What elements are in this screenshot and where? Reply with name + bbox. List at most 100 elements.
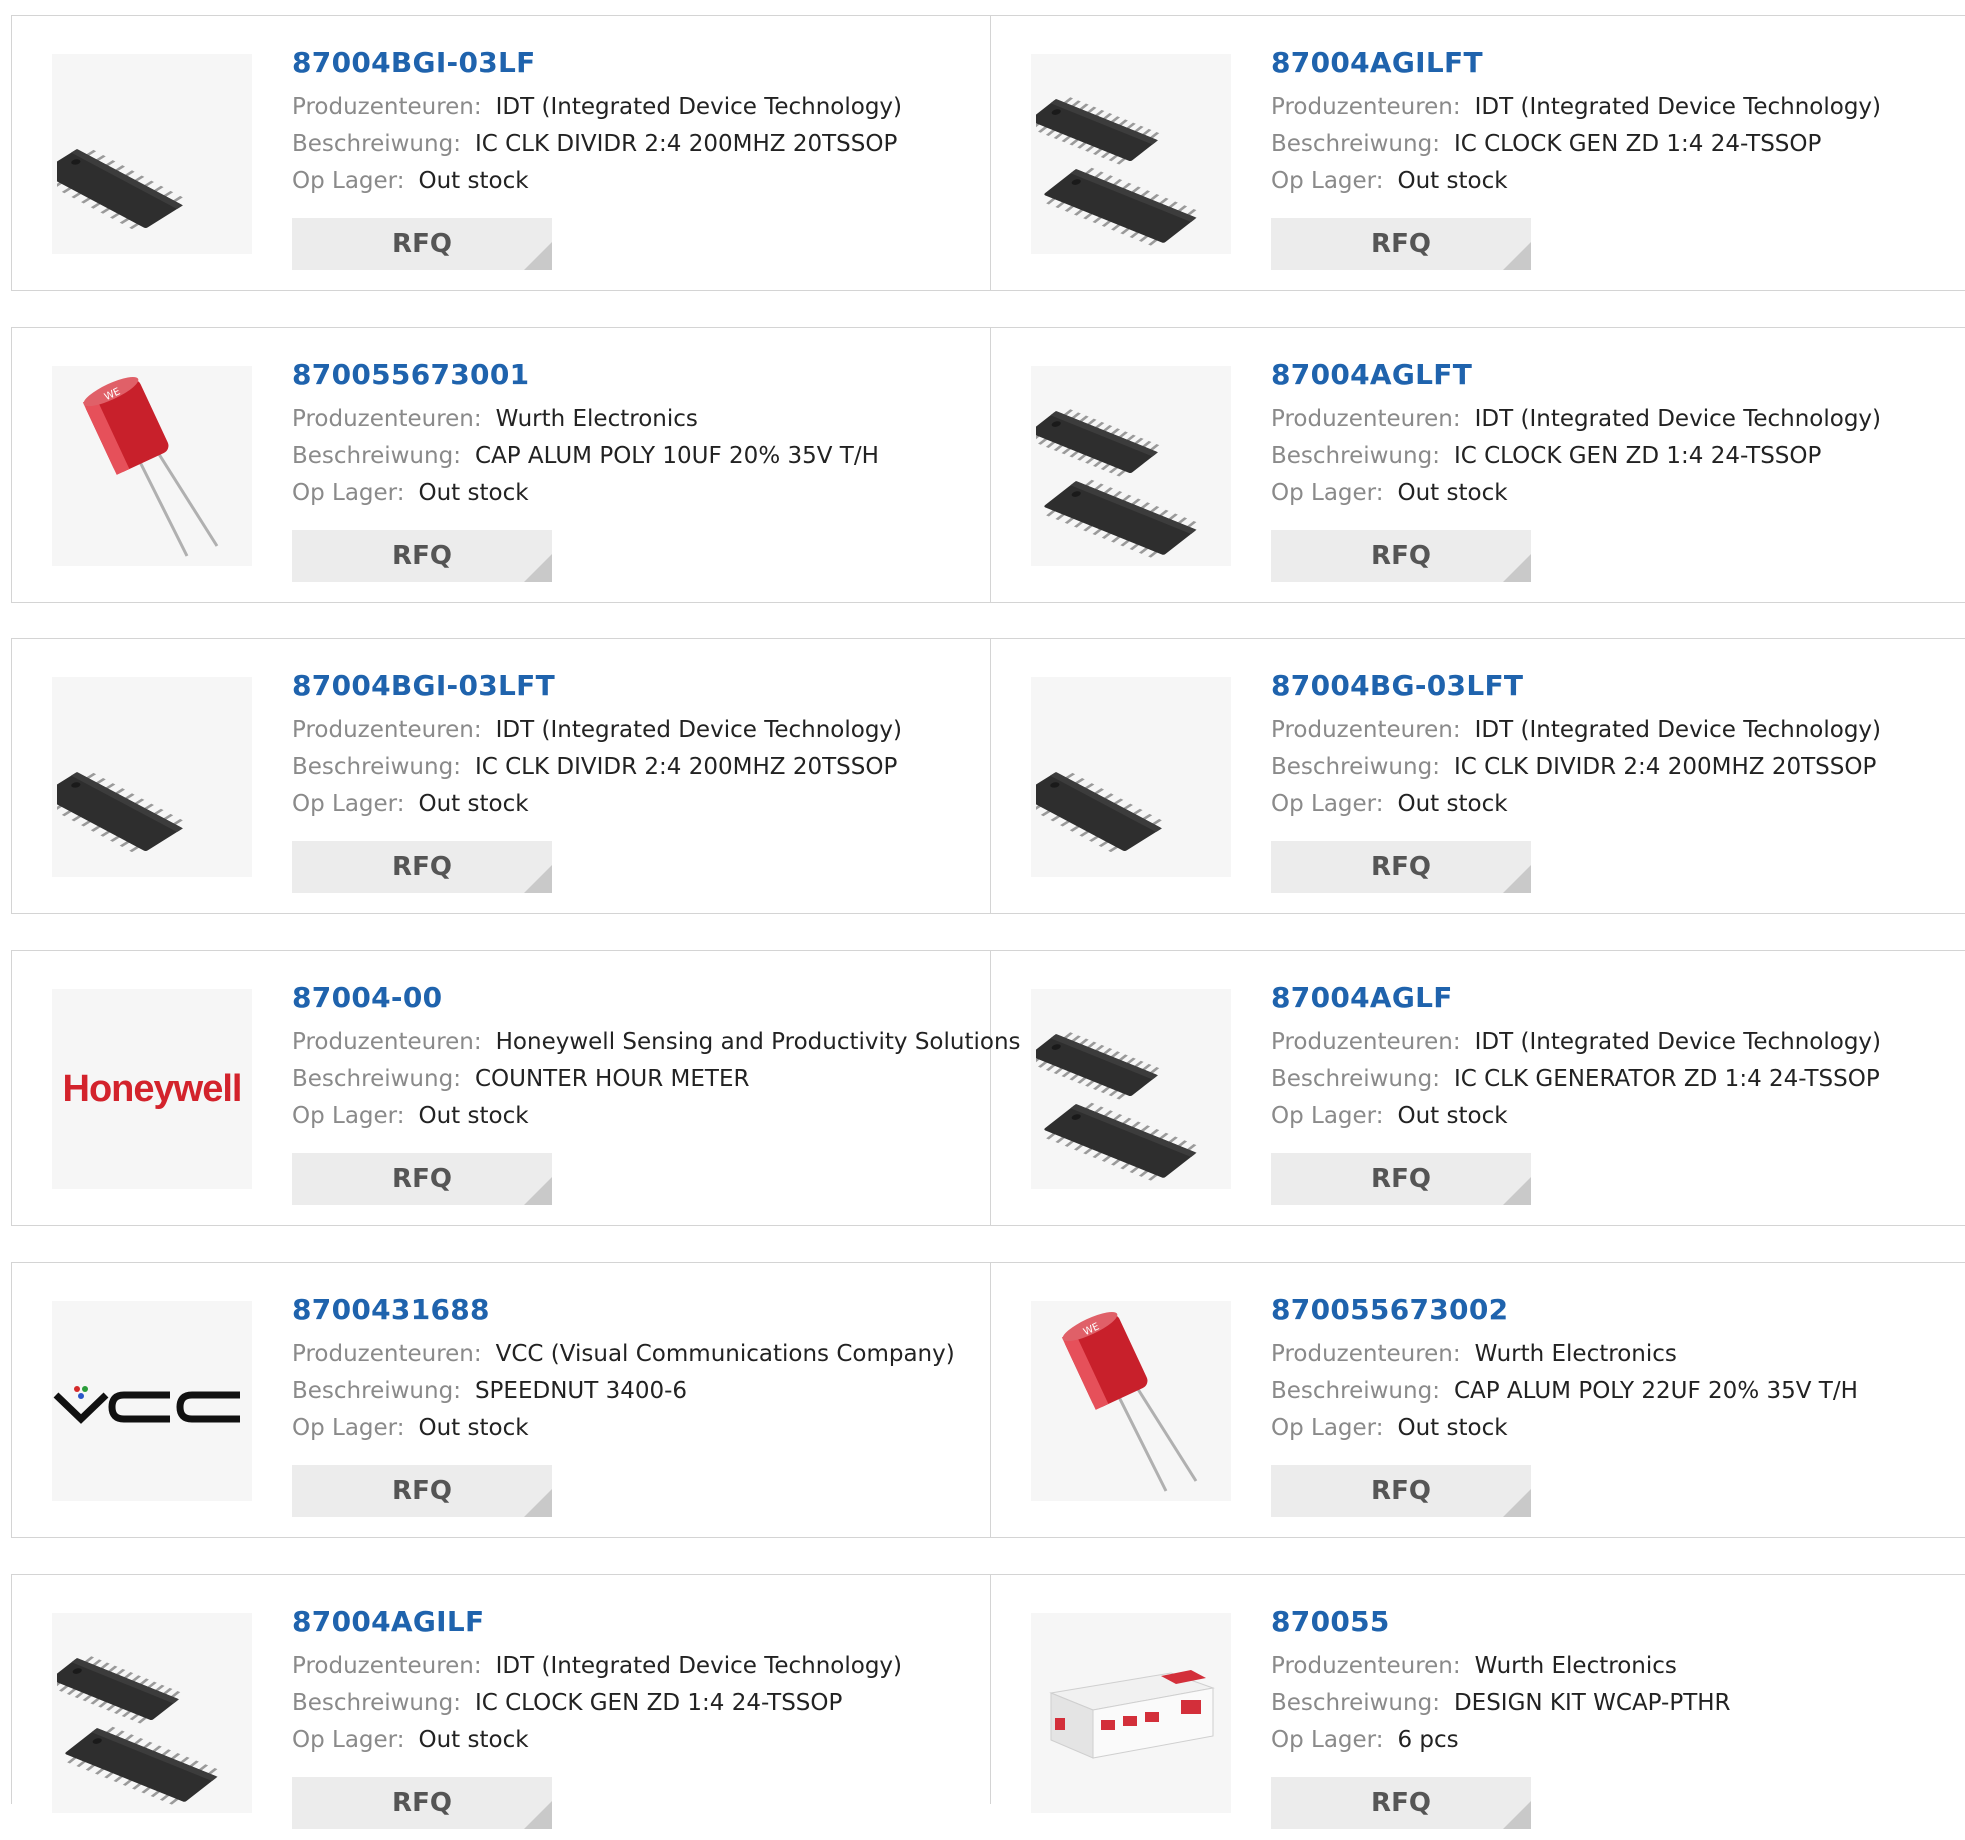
- description-line: Beschreiwung: IC CLK DIVIDR 2:4 200MHZ 20…: [1271, 749, 1881, 786]
- product-image[interactable]: Honeywell: [52, 989, 252, 1189]
- product-card: 87004AGILFT Produzenteuren: IDT (Integrat…: [991, 16, 1965, 290]
- product-image[interactable]: [52, 1613, 252, 1813]
- description-line: Beschreiwung: CAP ALUM POLY 10UF 20% 35V …: [292, 438, 879, 475]
- stock-line: Op Lager: Out stock: [292, 1410, 955, 1447]
- rfq-button[interactable]: RFQ: [1271, 1153, 1531, 1205]
- corner-triangle-icon: [524, 865, 552, 893]
- part-number-link[interactable]: 87004BGI-03LFT: [292, 669, 902, 702]
- manufacturer-label: Produzenteuren:: [292, 94, 482, 120]
- corner-triangle-icon: [1503, 554, 1531, 582]
- product-image[interactable]: [1031, 1613, 1231, 1813]
- part-number-link[interactable]: 87004BGI-03LF: [292, 46, 902, 79]
- product-grid: 87004BGI-03LF Produzenteuren: IDT (Integr…: [0, 0, 1965, 1840]
- description-label: Beschreiwung:: [292, 1066, 461, 1092]
- stock-line: Op Lager: Out stock: [292, 1722, 902, 1759]
- product-info: 87004BGI-03LFT Produzenteuren: IDT (Integ…: [292, 669, 902, 823]
- description-line: Beschreiwung: IC CLK GENERATOR ZD 1:4 24-…: [1271, 1061, 1881, 1098]
- rfq-button[interactable]: RFQ: [1271, 841, 1531, 893]
- stock-label: Op Lager:: [292, 1415, 405, 1441]
- rfq-button[interactable]: RFQ: [292, 530, 552, 582]
- product-row: 87004AGILF Produzenteuren: IDT (Integrate…: [11, 1574, 1965, 1829]
- manufacturer-label: Produzenteuren:: [1271, 1029, 1461, 1055]
- product-image[interactable]: WE: [1031, 1301, 1231, 1501]
- description-label: Beschreiwung:: [1271, 1690, 1440, 1716]
- part-number-link[interactable]: 870055: [1271, 1605, 1731, 1638]
- manufacturer-value: IDT (Integrated Device Technology): [1474, 94, 1882, 120]
- product-image[interactable]: WE: [52, 366, 252, 566]
- part-number-link[interactable]: 87004AGILF: [292, 1605, 902, 1638]
- part-number-link[interactable]: 87004AGILFT: [1271, 46, 1881, 79]
- rfq-button[interactable]: RFQ: [292, 1153, 552, 1205]
- manufacturer-label: Produzenteuren:: [1271, 1653, 1461, 1679]
- part-number-link[interactable]: 870055673001: [292, 358, 879, 391]
- product-info: 870055 Produzenteuren: Wurth Electronics …: [1271, 1605, 1731, 1759]
- stock-label: Op Lager:: [292, 1727, 405, 1753]
- product-image[interactable]: [1031, 366, 1231, 566]
- description-label: Beschreiwung:: [292, 754, 461, 780]
- description-value: IC CLOCK GEN ZD 1:4 24-TSSOP: [1453, 443, 1822, 469]
- manufacturer-value: Wurth Electronics: [1474, 1341, 1677, 1367]
- ic-chip-pair-icon: [1036, 409, 1197, 558]
- rfq-button[interactable]: RFQ: [1271, 1465, 1531, 1517]
- description-value: IC CLK GENERATOR ZD 1:4 24-TSSOP: [1453, 1066, 1880, 1092]
- product-card: 870055 Produzenteuren: Wurth Electronics …: [991, 1575, 1965, 1829]
- product-card: 87004AGILF Produzenteuren: IDT (Integrate…: [12, 1575, 991, 1829]
- manufacturer-line: Produzenteuren: IDT (Integrated Device Te…: [1271, 712, 1881, 749]
- product-image[interactable]: [52, 54, 252, 254]
- corner-triangle-icon: [1503, 242, 1531, 270]
- manufacturer-line: Produzenteuren: IDT (Integrated Device Te…: [292, 89, 902, 126]
- description-value: IC CLK DIVIDR 2:4 200MHZ 20TSSOP: [474, 754, 898, 780]
- product-card: 87004BGI-03LF Produzenteuren: IDT (Integr…: [12, 16, 991, 290]
- manufacturer-label: Produzenteuren:: [1271, 406, 1461, 432]
- product-image[interactable]: [1031, 989, 1231, 1189]
- part-number-link[interactable]: 87004-00: [292, 981, 1021, 1014]
- corner-triangle-icon: [524, 1177, 552, 1205]
- stock-label: Op Lager:: [1271, 168, 1384, 194]
- rfq-button[interactable]: RFQ: [1271, 218, 1531, 270]
- rfq-label: RFQ: [1371, 1164, 1431, 1194]
- product-image[interactable]: [1031, 54, 1231, 254]
- description-value: IC CLK DIVIDR 2:4 200MHZ 20TSSOP: [1453, 754, 1877, 780]
- rfq-label: RFQ: [1371, 852, 1431, 882]
- stock-value: Out stock: [418, 168, 529, 194]
- manufacturer-line: Produzenteuren: Wurth Electronics: [1271, 1336, 1858, 1373]
- product-image[interactable]: [52, 1301, 252, 1501]
- rfq-button[interactable]: RFQ: [292, 1777, 552, 1829]
- stock-line: Op Lager: Out stock: [1271, 163, 1881, 200]
- stock-label: Op Lager:: [292, 168, 405, 194]
- manufacturer-label: Produzenteuren:: [292, 1341, 482, 1367]
- manufacturer-value: IDT (Integrated Device Technology): [495, 1653, 903, 1679]
- stock-label: Op Lager:: [292, 480, 405, 506]
- part-number-link[interactable]: 87004AGLFT: [1271, 358, 1881, 391]
- rfq-label: RFQ: [392, 229, 452, 259]
- part-number-link[interactable]: 87004BG-03LFT: [1271, 669, 1881, 702]
- description-value: CAP ALUM POLY 10UF 20% 35V T/H: [474, 443, 879, 469]
- rfq-button[interactable]: RFQ: [292, 1465, 552, 1517]
- description-line: Beschreiwung: SPEEDNUT 3400-6: [292, 1373, 955, 1410]
- part-number-link[interactable]: 87004AGLF: [1271, 981, 1881, 1014]
- rfq-button[interactable]: RFQ: [1271, 530, 1531, 582]
- product-row: Honeywell 87004-00 Produzenteuren: Honeyw…: [11, 950, 1965, 1226]
- product-image[interactable]: [1031, 677, 1231, 877]
- design-kit-box-icon: [1049, 1670, 1215, 1759]
- stock-value: Out stock: [1397, 1415, 1508, 1441]
- product-card: WE 870055673002 Produzenteuren: Wurth Ele…: [991, 1263, 1965, 1537]
- manufacturer-line: Produzenteuren: IDT (Integrated Device Te…: [292, 1648, 902, 1685]
- manufacturer-value: IDT (Integrated Device Technology): [1474, 406, 1882, 432]
- stock-line: Op Lager: Out stock: [292, 475, 879, 512]
- description-label: Beschreiwung:: [1271, 131, 1440, 157]
- part-number-link[interactable]: 8700431688: [292, 1293, 955, 1326]
- product-info: 87004-00 Produzenteuren: Honeywell Sensin…: [292, 981, 1021, 1135]
- product-info: 87004AGILF Produzenteuren: IDT (Integrate…: [292, 1605, 902, 1759]
- rfq-button[interactable]: RFQ: [1271, 1777, 1531, 1829]
- stock-value: 6 pcs: [1397, 1727, 1459, 1753]
- rfq-label: RFQ: [392, 541, 452, 571]
- manufacturer-value: Honeywell Sensing and Productivity Solut…: [495, 1029, 1021, 1055]
- product-image[interactable]: [52, 677, 252, 877]
- part-number-link[interactable]: 870055673002: [1271, 1293, 1858, 1326]
- product-card: 8700431688 Produzenteuren: VCC (Visual Co…: [12, 1263, 991, 1537]
- stock-line: Op Lager: Out stock: [1271, 1098, 1881, 1135]
- rfq-button[interactable]: RFQ: [292, 841, 552, 893]
- rfq-button[interactable]: RFQ: [292, 218, 552, 270]
- stock-value: Out stock: [1397, 480, 1508, 506]
